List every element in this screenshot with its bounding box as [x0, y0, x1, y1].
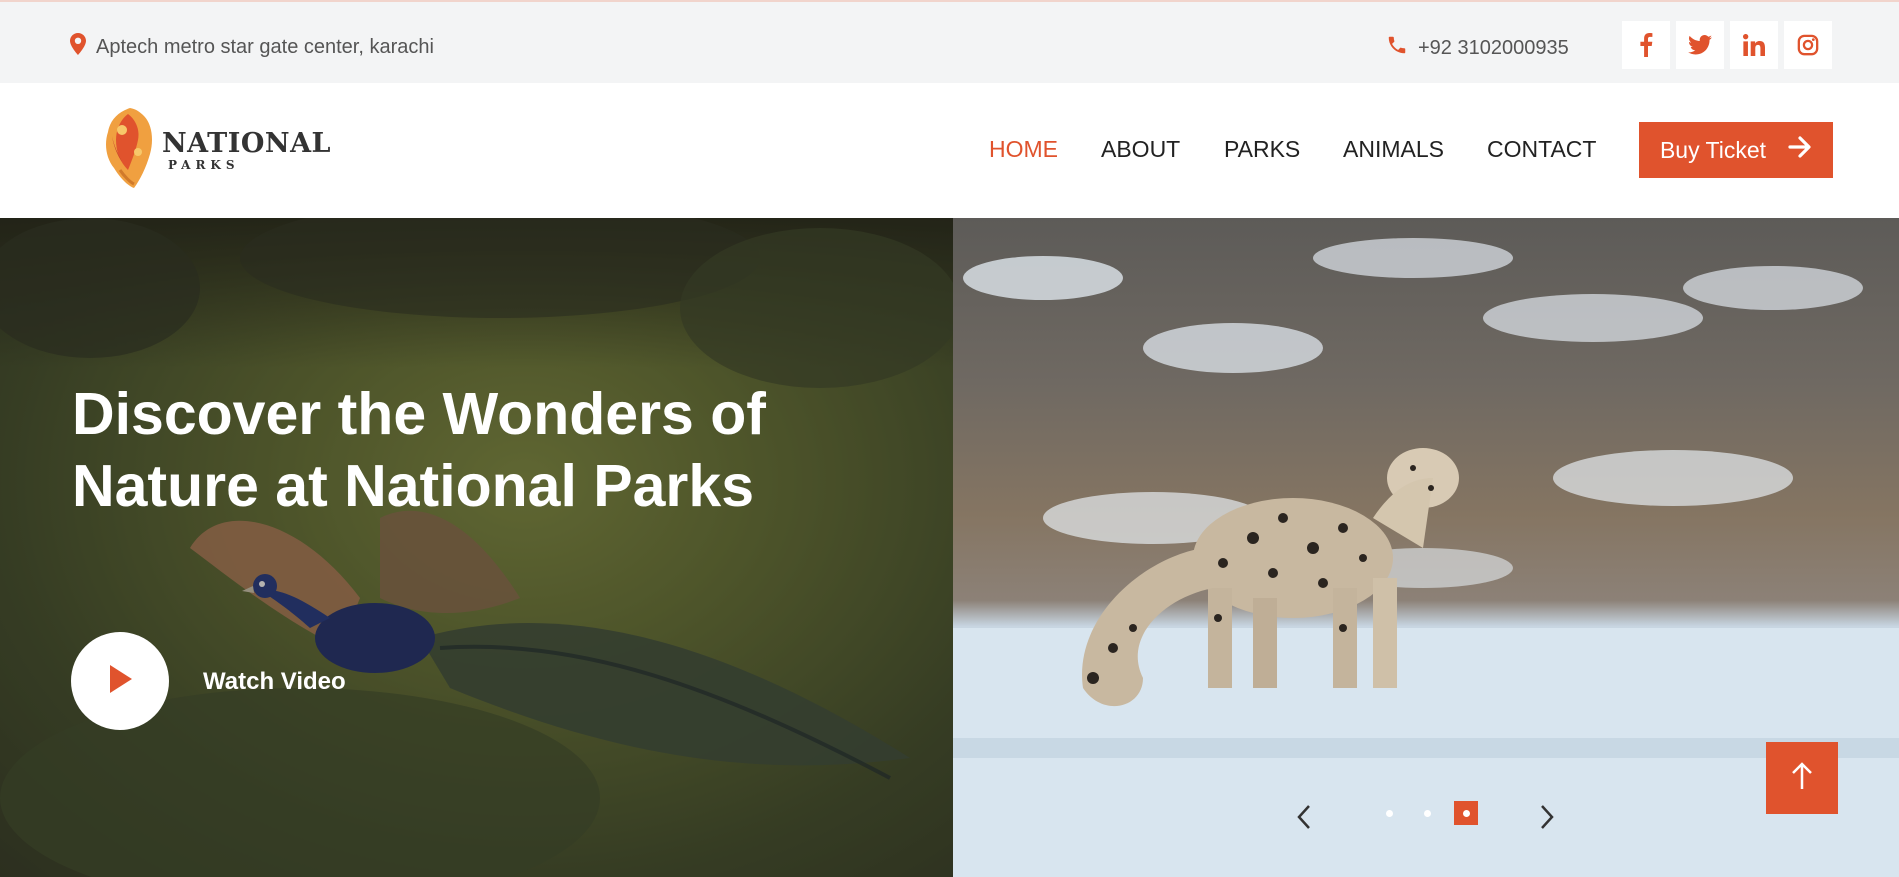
scroll-to-top-button[interactable]	[1766, 742, 1838, 814]
nav-home[interactable]: HOME	[989, 136, 1058, 163]
slider-dot-1[interactable]	[1386, 810, 1393, 817]
logo-main-text: NATIONAL	[162, 128, 332, 159]
logo-text: NATIONAL PARKS	[162, 130, 331, 171]
slider-dot-3-active[interactable]	[1454, 801, 1478, 825]
hero-left-image: Discover the Wonders of Nature at Nation…	[0, 218, 953, 877]
arrow-right-icon	[1788, 136, 1812, 164]
facebook-icon[interactable]	[1622, 21, 1670, 69]
hero-right-image	[953, 218, 1899, 877]
location-text: Aptech metro star gate center, karachi	[96, 35, 434, 58]
twitter-icon[interactable]	[1676, 21, 1724, 69]
logo-emblem-icon	[100, 106, 158, 195]
buy-ticket-button[interactable]: Buy Ticket	[1639, 122, 1833, 178]
phone-icon	[1386, 34, 1408, 62]
slider-dot-2[interactable]	[1424, 810, 1431, 817]
play-icon	[106, 663, 134, 700]
slider-next-icon[interactable]	[1539, 804, 1555, 838]
site-logo[interactable]: NATIONAL PARKS	[100, 106, 331, 195]
social-links	[1622, 21, 1832, 69]
slider-prev-icon[interactable]	[1296, 804, 1312, 838]
nav-about[interactable]: ABOUT	[1101, 136, 1180, 163]
nav-parks[interactable]: PARKS	[1224, 136, 1300, 163]
hero-headline: Discover the Wonders of Nature at Nation…	[72, 381, 766, 519]
snow-leopard-illustration	[953, 238, 1899, 877]
phone-text: +92 3102000935	[1418, 36, 1569, 59]
location-info: Aptech metro star gate center, karachi	[70, 33, 434, 61]
play-video-button[interactable]	[71, 632, 169, 730]
nav-animals[interactable]: ANIMALS	[1343, 136, 1444, 163]
map-pin-icon	[70, 33, 86, 61]
top-bar: Aptech metro star gate center, karachi +…	[0, 0, 1899, 83]
arrow-up-icon	[1791, 761, 1813, 796]
main-navbar: NATIONAL PARKS HOME ABOUT PARKS ANIMALS …	[0, 83, 1899, 218]
phone-info[interactable]: +92 3102000935	[1386, 34, 1569, 62]
watch-video-link[interactable]: Watch Video	[203, 668, 346, 696]
hero-slider: Discover the Wonders of Nature at Nation…	[0, 218, 1899, 877]
nav-contact[interactable]: CONTACT	[1487, 136, 1596, 163]
buy-ticket-label: Buy Ticket	[1659, 136, 1767, 163]
linkedin-icon[interactable]	[1730, 21, 1778, 69]
instagram-icon[interactable]	[1784, 21, 1832, 69]
logo-sub-text: PARKS	[168, 158, 240, 172]
